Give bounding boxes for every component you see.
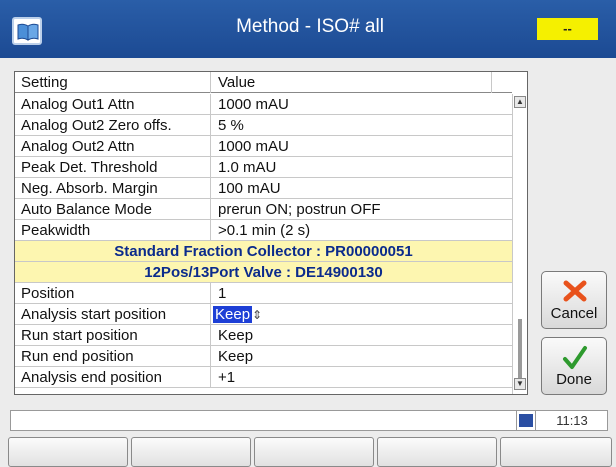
setting-value[interactable]: Keep xyxy=(212,325,512,346)
table-row[interactable]: Peak Det. Threshold 1.0 mAU xyxy=(15,157,512,178)
network-icon xyxy=(519,414,533,427)
section-header-fraction-collector: Standard Fraction Collector : PR00000051 xyxy=(15,241,512,262)
setting-value[interactable]: 1 xyxy=(212,283,512,304)
softkey-3[interactable] xyxy=(254,437,374,467)
table-row[interactable]: Position 1 xyxy=(15,283,512,304)
setting-label: Run end position xyxy=(15,346,211,367)
softkey-4[interactable] xyxy=(377,437,497,467)
setting-label: Position xyxy=(15,283,211,304)
setting-label: Analog Out2 Zero offs. xyxy=(15,115,211,136)
setting-value[interactable]: 1000 mAU xyxy=(212,94,512,115)
setting-value[interactable]: >0.1 min (2 s) xyxy=(212,220,512,241)
table-row[interactable]: Analysis end position +1 xyxy=(15,367,512,388)
table-row[interactable]: Analog Out1 Attn 1000 mAU xyxy=(15,94,512,115)
setting-value[interactable]: 100 mAU xyxy=(212,178,512,199)
softkey-5[interactable] xyxy=(500,437,612,467)
table-row[interactable]: Run end position Keep xyxy=(15,346,512,367)
setting-value[interactable]: prerun ON; postrun OFF xyxy=(212,199,512,220)
cancel-button[interactable]: Cancel xyxy=(541,271,607,329)
table-header: Setting Value xyxy=(15,72,512,93)
scroll-down-icon[interactable]: ▼ xyxy=(514,378,526,390)
book-icon[interactable] xyxy=(12,17,42,45)
table-row[interactable]: Analog Out2 Attn 1000 mAU xyxy=(15,136,512,157)
window-title: Method - ISO# all xyxy=(236,16,384,37)
setting-value-selected[interactable]: Keep ⇕ xyxy=(212,304,512,325)
spinner-icon[interactable]: ⇕ xyxy=(252,308,262,322)
setting-value[interactable]: 1.0 mAU xyxy=(212,157,512,178)
setting-value[interactable]: 5 % xyxy=(212,115,512,136)
table-row[interactable]: Analog Out2 Zero offs. 5 % xyxy=(15,115,512,136)
scroll-up-icon[interactable]: ▲ xyxy=(514,96,526,108)
setting-label: Peakwidth xyxy=(15,220,211,241)
selected-value-field[interactable]: Keep xyxy=(213,306,253,323)
done-label: Done xyxy=(556,371,592,388)
section-header-valve: 12Pos/13Port Valve : DE14900130 xyxy=(15,262,512,283)
table-row[interactable]: Auto Balance Mode prerun ON; postrun OFF xyxy=(15,199,512,220)
status-badge: -- xyxy=(537,18,598,40)
vertical-scrollbar[interactable]: ▲ ▼ xyxy=(512,94,527,394)
column-header-setting: Setting xyxy=(15,72,211,93)
setting-value[interactable]: Keep xyxy=(212,346,512,367)
table-row[interactable]: Analysis start position Keep ⇕ xyxy=(15,304,512,325)
cancel-icon xyxy=(563,280,587,302)
clock: 11:13 xyxy=(556,413,588,428)
done-button[interactable]: Done xyxy=(541,337,607,395)
column-header-value: Value xyxy=(212,72,492,93)
softkey-1[interactable] xyxy=(8,437,128,467)
status-bar: 11:13 xyxy=(10,410,608,431)
checkmark-icon xyxy=(563,346,587,369)
setting-label: Neg. Absorb. Margin xyxy=(15,178,211,199)
setting-value[interactable]: 1000 mAU xyxy=(212,136,512,157)
softkey-2[interactable] xyxy=(131,437,251,467)
table-row[interactable]: Neg. Absorb. Margin 100 mAU xyxy=(15,178,512,199)
setting-label: Run start position xyxy=(15,325,211,346)
table-row[interactable]: Peakwidth >0.1 min (2 s) xyxy=(15,220,512,241)
setting-label: Analysis start position xyxy=(15,304,211,325)
setting-label: Peak Det. Threshold xyxy=(15,157,211,178)
status-divider xyxy=(516,411,517,430)
setting-label: Analysis end position xyxy=(15,367,211,388)
title-bar: Method - ISO# all -- xyxy=(0,0,616,58)
setting-label: Analog Out2 Attn xyxy=(15,136,211,157)
table-row[interactable]: Run start position Keep xyxy=(15,325,512,346)
setting-value[interactable]: +1 xyxy=(212,367,512,388)
settings-table: Setting Value Analog Out1 Attn 1000 mAU … xyxy=(14,71,528,395)
cancel-label: Cancel xyxy=(550,305,598,322)
setting-label: Auto Balance Mode xyxy=(15,199,211,220)
setting-label: Analog Out1 Attn xyxy=(15,94,211,115)
